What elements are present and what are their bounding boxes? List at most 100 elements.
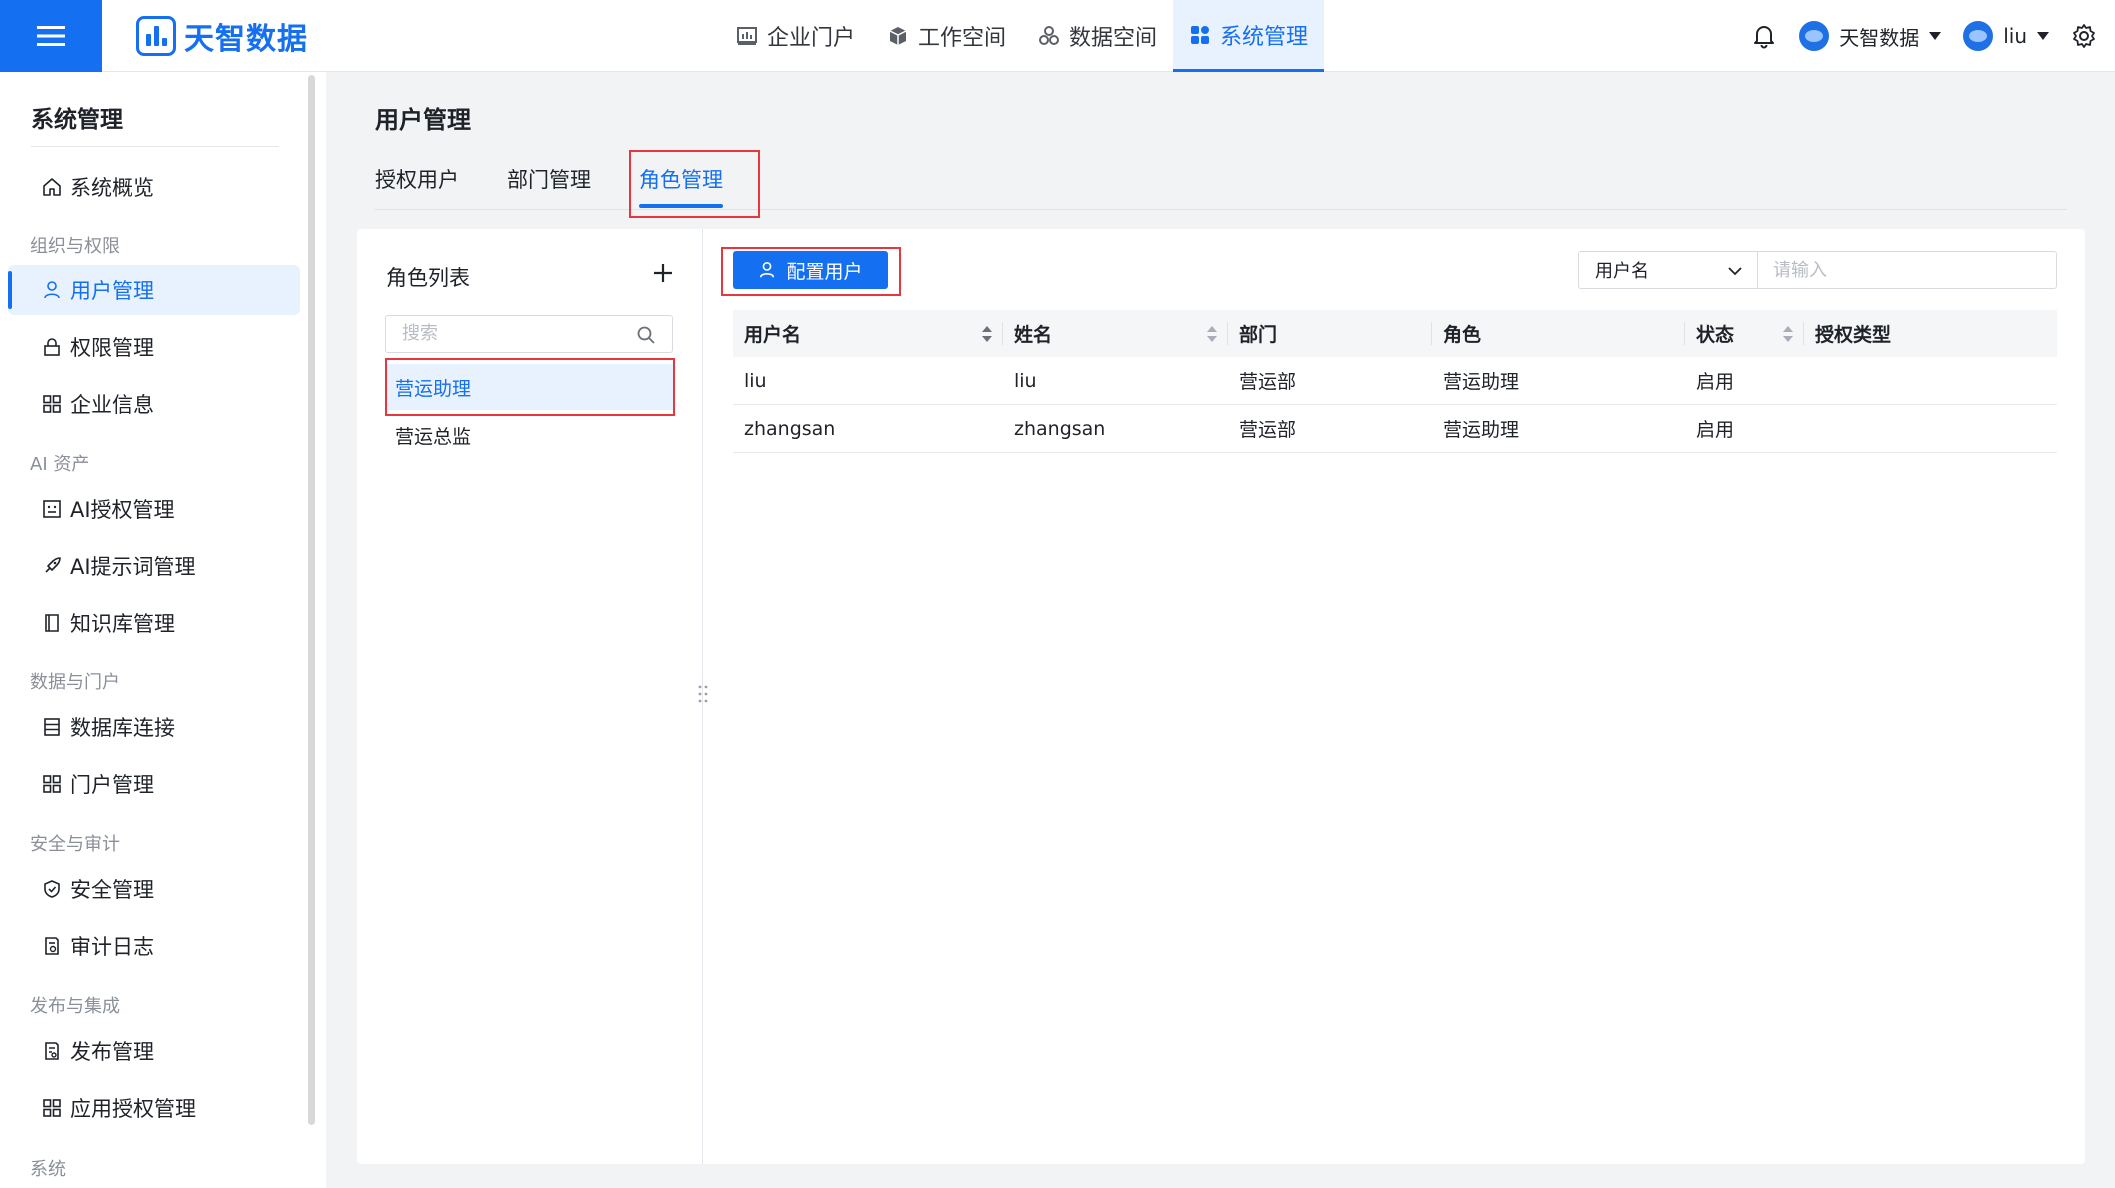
- lock-icon: [44, 338, 60, 356]
- column-header-auth-type: 授权类型: [1804, 310, 2057, 357]
- cell-auth-type: [1804, 405, 2057, 452]
- sidebar-item-portal-management[interactable]: 门户管理: [8, 759, 300, 809]
- sort-icon[interactable]: [1782, 324, 1794, 344]
- app-logo[interactable]: 天智数据: [136, 14, 308, 58]
- sidebar: 系统管理 系统概览 组织与权限 用户管理 权限管理 企业信息 AI 资产 AI授…: [0, 72, 326, 1188]
- column-header-username[interactable]: 用户名: [733, 310, 1003, 357]
- sidebar-item-label: 安全管理: [70, 878, 154, 902]
- home-icon: [43, 178, 61, 196]
- org-switcher[interactable]: 天智数据: [1799, 21, 1942, 51]
- sidebar-item-publish[interactable]: 发布管理: [8, 1026, 300, 1076]
- sidebar-item-label: AI授权管理: [70, 498, 175, 522]
- highlight-box: [385, 358, 675, 416]
- topnav-label: 企业门户: [767, 26, 856, 51]
- sidebar-item-user-management[interactable]: 用户管理: [8, 265, 300, 315]
- cell-username: liu: [744, 369, 767, 392]
- column-header-status[interactable]: 状态: [1685, 310, 1804, 357]
- role-list-title: 角色列表: [386, 266, 470, 290]
- sidebar-item-label: 数据库连接: [70, 716, 175, 740]
- top-bar: 天智数据 企业门户 工作空间 数据空间 系统管理 天智数据 liu: [0, 0, 2115, 72]
- sidebar-item-database-connection[interactable]: 数据库连接: [8, 702, 300, 752]
- audit-doc-icon: [45, 937, 59, 955]
- shield-icon: [44, 880, 60, 898]
- role-item[interactable]: 营运总监: [385, 412, 673, 458]
- sidebar-item-label: 知识库管理: [70, 612, 175, 636]
- column-header-role: 角色: [1432, 310, 1685, 357]
- sidebar-item-security[interactable]: 安全管理: [8, 864, 300, 914]
- sidebar-item-permission-management[interactable]: 权限管理: [8, 322, 300, 372]
- filter-field-select[interactable]: 用户名: [1578, 251, 1758, 289]
- page-title: 用户管理: [375, 106, 471, 134]
- table-row[interactable]: zhangsan zhangsan 营运部 营运助理 启用: [733, 405, 2057, 453]
- tab-authorized-users[interactable]: 授权用户: [375, 164, 459, 194]
- sidebar-item-label: 企业信息: [70, 393, 154, 417]
- cell-role: 营运助理: [1443, 371, 1520, 393]
- sidebar-item-label: AI提示词管理: [70, 555, 196, 579]
- cube-icon: [889, 27, 907, 45]
- sidebar-group-label: 安全与审计: [30, 834, 120, 855]
- sidebar-group-label: 发布与集成: [30, 996, 120, 1017]
- sidebar-item-label: 权限管理: [70, 336, 154, 360]
- hamburger-menu-button[interactable]: [0, 0, 102, 72]
- sidebar-item-overview[interactable]: 系统概览: [8, 162, 300, 212]
- sidebar-scrollbar[interactable]: [308, 75, 315, 1125]
- column-header-label: 角色: [1443, 324, 1482, 346]
- add-role-plus-icon[interactable]: [649, 259, 677, 287]
- sidebar-group-label: 组织与权限: [30, 236, 120, 257]
- column-header-label: 授权类型: [1815, 324, 1892, 346]
- resize-handle-icon[interactable]: [696, 684, 710, 704]
- caret-down-icon: [1929, 32, 1942, 40]
- cell-name: liu: [1014, 369, 1037, 392]
- divider: [31, 146, 279, 147]
- column-header-label: 部门: [1239, 324, 1278, 346]
- sidebar-item-label: 发布管理: [70, 1040, 154, 1064]
- highlight-box: [721, 247, 901, 296]
- topnav-enterprise-portal[interactable]: 企业门户: [720, 0, 871, 72]
- chevron-down-icon: [1728, 267, 1742, 276]
- topnav-label: 工作空间: [918, 26, 1007, 51]
- cluster-icon: [1039, 26, 1060, 45]
- column-header-label: 姓名: [1014, 324, 1053, 346]
- cell-status: 启用: [1696, 371, 1735, 393]
- user-name: liu: [2003, 24, 2027, 48]
- search-icon[interactable]: [636, 325, 656, 345]
- topnav-workspace[interactable]: 工作空间: [871, 0, 1022, 72]
- sidebar-item-label: 用户管理: [70, 279, 154, 303]
- sidebar-item-ai-authorization[interactable]: AI授权管理: [8, 484, 300, 534]
- settings-gear-icon[interactable]: [2071, 23, 2097, 49]
- dashboard-icon: [737, 27, 757, 45]
- cell-department: 营运部: [1239, 371, 1297, 393]
- filter-keyword-input[interactable]: [1773, 252, 2033, 288]
- grid-icon: [43, 1099, 61, 1117]
- cell-username: zhangsan: [744, 417, 836, 440]
- user-table: 用户名 姓名 部门 角色 状态 授权类型 liu liu 营运部 营运助理 启用…: [733, 310, 2057, 453]
- sidebar-item-label: 门户管理: [70, 773, 154, 797]
- topnav-system-management[interactable]: 系统管理: [1173, 0, 1325, 72]
- user-menu[interactable]: liu: [1963, 21, 2049, 51]
- role-search-input[interactable]: [402, 316, 632, 350]
- topnav-label: 系统管理: [1220, 24, 1309, 50]
- cell-status: 启用: [1696, 419, 1735, 441]
- top-right-tools: 天智数据 liu: [1751, 0, 2097, 72]
- user-avatar-icon: [1963, 21, 1994, 51]
- sidebar-item-knowledge-base[interactable]: 知识库管理: [8, 598, 300, 648]
- sidebar-item-label: 审计日志: [70, 935, 154, 959]
- sort-icon[interactable]: [1206, 324, 1218, 344]
- table-row[interactable]: liu liu 营运部 营运助理 启用: [733, 357, 2057, 405]
- tab-department-management[interactable]: 部门管理: [507, 164, 591, 194]
- caret-down-icon: [2037, 32, 2049, 40]
- bell-icon[interactable]: [1751, 23, 1777, 49]
- user-icon: [44, 281, 60, 299]
- sidebar-item-app-authorization[interactable]: 应用授权管理: [8, 1083, 300, 1133]
- ai-badge-icon: [43, 500, 61, 518]
- sort-icon[interactable]: [981, 324, 993, 344]
- database-icon: [44, 718, 60, 736]
- cell-department: 营运部: [1239, 419, 1297, 441]
- sidebar-item-audit-log[interactable]: 审计日志: [8, 921, 300, 971]
- cell-role: 营运助理: [1443, 419, 1520, 441]
- org-avatar-icon: [1799, 21, 1830, 51]
- sidebar-item-ai-prompt[interactable]: AI提示词管理: [8, 541, 300, 591]
- sidebar-item-enterprise-info[interactable]: 企业信息: [8, 379, 300, 429]
- column-header-name[interactable]: 姓名: [1003, 310, 1228, 357]
- topnav-data-space[interactable]: 数据空间: [1022, 0, 1173, 72]
